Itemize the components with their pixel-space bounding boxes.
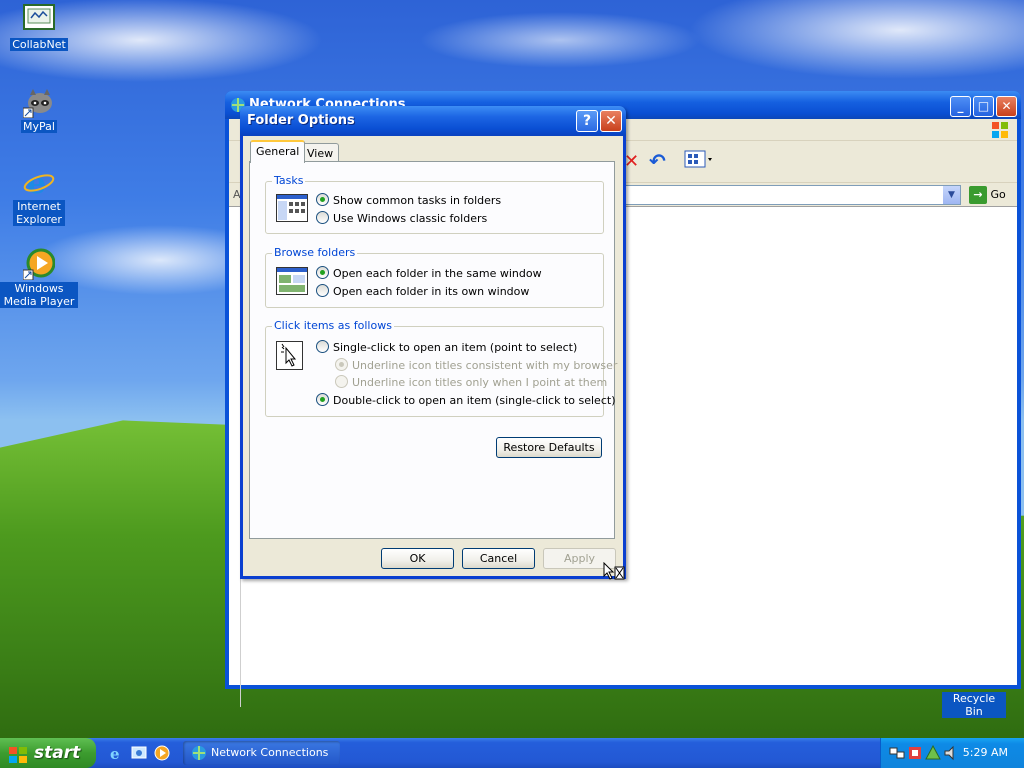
open-own-window-radio[interactable]: Open each folder in its own window (316, 284, 529, 299)
internet-explorer-icon: e (23, 166, 55, 201)
radio-empty-icon (335, 375, 348, 388)
browse-folders-group: Browse folders Open each folder in the s… (265, 246, 604, 308)
desktop-icon-mypal[interactable]: MyPal (0, 86, 78, 133)
double-click-radio[interactable]: Double-click to open an item (single-cli… (316, 393, 615, 408)
minimize-button[interactable]: _ (950, 96, 971, 117)
desktop-icon-label: Recycle Bin (942, 692, 1006, 718)
views-icon[interactable] (684, 149, 714, 172)
desktop-icon-recycle-bin[interactable]: Recycle Bin (942, 692, 1006, 718)
collabnet-icon (23, 4, 55, 36)
option-label: Underline icon titles only when I point … (352, 376, 608, 389)
taskbar: start e Network Connections 5:29 AM (0, 738, 1024, 768)
taskbar-item-label: Network Connections (211, 746, 329, 759)
radio-selected-icon (335, 358, 348, 371)
go-arrow-icon: → (969, 186, 987, 204)
chevron-down-icon[interactable]: ▼ (943, 186, 960, 204)
go-button[interactable]: → Go (969, 186, 1006, 204)
option-label: Show common tasks in folders (333, 194, 502, 207)
folder-options-dialog[interactable]: Folder Options ? ✕ General View Tasks Sh… (240, 106, 626, 579)
network-connections-icon (191, 745, 207, 768)
show-common-tasks-radio[interactable]: Show common tasks in folders (316, 193, 501, 208)
click-items-group: Click items as follows Single-click to o… (265, 319, 617, 417)
option-label: Use Windows classic folders (333, 212, 488, 225)
help-button[interactable]: ? (576, 110, 598, 132)
single-click-radio[interactable]: Single-click to open an item (point to s… (316, 340, 577, 355)
undo-icon[interactable]: ↶ (649, 149, 666, 173)
clock: 5:29 AM (962, 746, 1008, 759)
tasks-group: Tasks Show common tasks in folders Use W… (265, 174, 604, 234)
open-same-window-radio[interactable]: Open each folder in the same window (316, 266, 542, 281)
delete-icon[interactable]: ✕ (624, 151, 639, 172)
security-tray-icon[interactable] (907, 745, 923, 761)
network-tray-icon[interactable] (889, 745, 905, 761)
close-button[interactable]: ✕ (600, 110, 622, 132)
radio-empty-icon (316, 211, 329, 224)
update-tray-icon[interactable] (925, 744, 941, 761)
option-label: Open each folder in the same window (333, 267, 542, 280)
tasks-preview-icon (276, 194, 308, 224)
address-input[interactable]: ▼ (621, 185, 961, 205)
maximize-button[interactable]: □ (973, 96, 994, 117)
dialog-body: General View Tasks Show common tasks in … (243, 136, 623, 576)
desktop-icon-label: CollabNet (10, 38, 68, 51)
option-label: Open each folder in its own window (333, 285, 530, 298)
radio-selected-icon (316, 193, 329, 206)
quicklaunch-internet-explorer-icon[interactable]: e (108, 745, 124, 763)
desktop-icon-collabnet[interactable]: CollabNet (0, 4, 78, 51)
group-title: Tasks (272, 174, 306, 188)
desktop-icon-windows-media-player[interactable]: Windows Media Player (0, 248, 78, 308)
use-classic-folders-radio[interactable]: Use Windows classic folders (316, 211, 487, 226)
resize-cursor-icon (603, 561, 625, 585)
desktop-icon-label: Windows Media Player (0, 282, 78, 308)
volume-tray-icon[interactable] (943, 745, 959, 761)
radio-selected-icon (316, 266, 329, 279)
option-label: Underline icon titles consistent with my… (352, 359, 618, 372)
quicklaunch-desktop-icon[interactable] (131, 745, 147, 761)
go-label: Go (990, 188, 1006, 201)
desktop-icon-label: MyPal (21, 120, 57, 133)
desktop-icon-internet-explorer[interactable]: e Internet Explorer (0, 166, 78, 226)
radio-selected-icon (316, 393, 329, 406)
windows-media-player-icon (22, 248, 56, 281)
system-tray: 5:29 AM (880, 738, 1024, 768)
restore-defaults-button[interactable]: Restore Defaults (496, 437, 602, 458)
group-title: Click items as follows (272, 319, 394, 333)
start-button[interactable]: start (0, 738, 96, 768)
radio-empty-icon (316, 284, 329, 297)
option-label: Single-click to open an item (point to s… (333, 341, 578, 354)
underline-browser-radio: Underline icon titles consistent with my… (335, 358, 617, 373)
quicklaunch-media-player-icon[interactable] (154, 745, 170, 761)
dialog-titlebar[interactable]: Folder Options ? ✕ (240, 106, 626, 136)
dialog-title: Folder Options (247, 113, 355, 128)
windows-flag-icon (8, 744, 28, 763)
general-tab-panel: Tasks Show common tasks in folders Use W… (249, 161, 617, 539)
browse-folders-preview-icon (276, 267, 308, 297)
cancel-button[interactable]: Cancel (462, 548, 535, 569)
ok-button[interactable]: OK (381, 548, 454, 569)
taskbar-item-network-connections[interactable]: Network Connections (183, 741, 340, 765)
group-title: Browse folders (272, 246, 358, 260)
start-label: start (34, 743, 81, 763)
underline-point-radio: Underline icon titles only when I point … (335, 375, 607, 390)
close-button[interactable]: ✕ (996, 96, 1017, 117)
click-pointer-icon (276, 341, 304, 371)
raccoon-icon (22, 86, 55, 119)
desktop-icon-label: Internet Explorer (13, 200, 65, 226)
tab-general[interactable]: General (250, 140, 306, 163)
radio-empty-icon (316, 340, 329, 353)
windows-logo-icon (991, 121, 1009, 139)
option-label: Double-click to open an item (single-cli… (333, 394, 616, 407)
svg-text:e: e (110, 745, 120, 761)
